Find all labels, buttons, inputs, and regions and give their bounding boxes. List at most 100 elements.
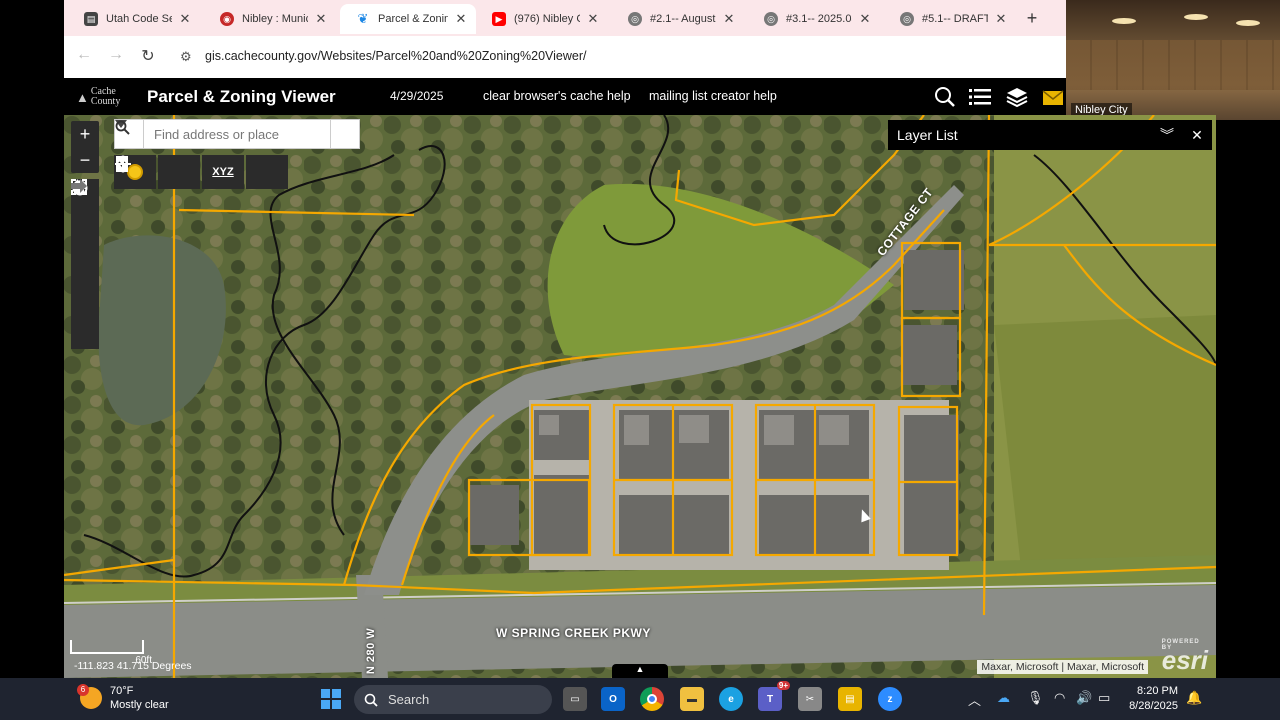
- ceiling-light: [1184, 14, 1208, 20]
- browser-tab-youtube[interactable]: ▶ (976) Nibley C ✕: [476, 4, 608, 34]
- teams-badge: 9+: [776, 681, 790, 690]
- ceiling-light: [1112, 18, 1136, 24]
- weather-badge: 6: [77, 684, 89, 696]
- back-icon[interactable]: ←: [74, 46, 94, 64]
- chrome-icon[interactable]: [640, 687, 664, 711]
- task-view-icon[interactable]: ▭: [563, 687, 587, 711]
- xyz-label: XYZ: [212, 166, 234, 178]
- ceiling-light: [1236, 20, 1260, 26]
- teams-icon[interactable]: T 9+: [758, 681, 790, 711]
- tab-title: #3.1-- 2025.03: [786, 13, 852, 25]
- previous-extent-icon[interactable]: [71, 179, 99, 315]
- browser-tab-draft[interactable]: ◎ #5.1-- DRAFT ✕: [884, 4, 1016, 34]
- reload-icon[interactable]: ↻: [138, 46, 158, 66]
- notification-bell-icon[interactable]: 🔔: [1186, 690, 1202, 706]
- coordinate-tool-button[interactable]: XYZ: [202, 155, 244, 189]
- expand-panel-toggle[interactable]: ▲: [612, 664, 668, 678]
- snipping-tool-icon[interactable]: ✂: [798, 687, 822, 711]
- app-title: Parcel & Zoning Viewer: [147, 87, 336, 106]
- close-icon[interactable]: ✕: [314, 11, 328, 27]
- weather-temp: 70°F: [110, 685, 134, 697]
- logo-line2: County: [90, 96, 121, 107]
- zoom-out-button[interactable]: −: [71, 147, 99, 173]
- clock-time: 8:20 PM: [1137, 685, 1178, 697]
- file-explorer-icon[interactable]: ▬: [680, 687, 704, 711]
- locate-icon[interactable]: [71, 180, 99, 247]
- layer-list-panel: Layer List ︾ ✕: [888, 120, 1212, 150]
- files-icon[interactable]: ▤: [838, 687, 862, 711]
- layers-icon[interactable]: [1004, 85, 1030, 109]
- video-background: [1066, 40, 1280, 90]
- battery-icon[interactable]: ▭: [1098, 690, 1110, 706]
- wifi-icon[interactable]: ◠: [1054, 690, 1065, 706]
- aerial-imagery: [64, 115, 1216, 678]
- tab-title: Nibley : Munic: [242, 13, 308, 25]
- clock-date: 8/28/2025: [1129, 700, 1178, 712]
- browser-tab-august[interactable]: ◎ #2.1-- August ✕: [612, 4, 744, 34]
- address-bar: ← → ↻ ⚙ gis.cachecounty.gov/Websites/Par…: [64, 36, 1066, 78]
- layer-list-title: Layer List: [897, 127, 958, 143]
- map-toolbar: XYZ: [114, 155, 288, 189]
- zoom-in-button[interactable]: +: [71, 121, 99, 147]
- tab-title: #2.1-- August: [650, 13, 716, 25]
- list-icon[interactable]: [967, 85, 993, 109]
- mailing-help-link[interactable]: mailing list creator help: [649, 89, 777, 103]
- esri-logo: POWERED BY esri: [1162, 639, 1208, 676]
- close-icon[interactable]: ✕: [858, 11, 872, 27]
- close-icon[interactable]: ✕: [722, 11, 736, 27]
- search-icon[interactable]: [932, 85, 958, 109]
- nav-controls: [71, 179, 99, 349]
- map-attribution: Maxar, Microsoft | Maxar, Microsoft: [977, 660, 1148, 674]
- tab-title: Utah Code Sec: [106, 13, 172, 25]
- globe-icon: ◎: [764, 12, 778, 26]
- collapse-icon[interactable]: ︾: [1152, 125, 1182, 145]
- pan-tool-icon[interactable]: [115, 155, 288, 189]
- coordinate-readout: -111.823 41.715 Degrees: [74, 660, 192, 672]
- browser-tab-utah-code[interactable]: ▤ Utah Code Sec ✕: [68, 4, 200, 34]
- next-extent-icon[interactable]: [71, 179, 99, 349]
- scale-bar: 60ft: [70, 640, 152, 666]
- system-clock[interactable]: 8:20 PM 8/28/2025: [1124, 684, 1178, 714]
- browser-tab-nibley-municode[interactable]: ◉ Nibley : Munic ✕: [204, 4, 336, 34]
- taskbar-search[interactable]: Search: [354, 685, 552, 714]
- globe-icon: ◎: [628, 12, 642, 26]
- search-widget: [114, 119, 360, 149]
- browser-tab-parcel-zoning[interactable]: ❦ Parcel & Zonin ✕: [340, 4, 476, 34]
- tab-title: (976) Nibley C: [514, 13, 580, 25]
- outlook-icon[interactable]: O: [601, 687, 625, 711]
- close-icon[interactable]: ✕: [586, 11, 600, 27]
- volume-icon[interactable]: 🔊: [1076, 690, 1092, 706]
- url-field[interactable]: gis.cachecounty.gov/Websites/Parcel%20an…: [205, 49, 586, 63]
- globe-icon: ◎: [900, 12, 914, 26]
- site-info-icon[interactable]: ⚙: [180, 49, 192, 65]
- chevron-up-icon[interactable]: ︿: [968, 690, 981, 709]
- zoom-icon[interactable]: z: [878, 687, 902, 711]
- search-input[interactable]: [144, 120, 330, 148]
- sun-icon: 6: [77, 684, 102, 709]
- tab-title: #5.1-- DRAFT: [922, 13, 988, 25]
- onedrive-icon[interactable]: ☁: [997, 690, 1010, 706]
- close-icon[interactable]: ✕: [454, 11, 468, 27]
- mail-icon[interactable]: [1040, 85, 1066, 109]
- mountain-icon: ▲: [76, 89, 89, 105]
- close-icon[interactable]: ✕: [1182, 127, 1212, 144]
- microphone-icon[interactable]: 🎙: [1027, 690, 1044, 706]
- map-view[interactable]: COTTAGE CT W SPRING CREEK PKWY N 280 W +…: [64, 115, 1216, 678]
- edge-icon[interactable]: e: [719, 687, 743, 711]
- new-tab-button[interactable]: +: [1022, 8, 1042, 29]
- weather-widget[interactable]: 6 70°F Mostly clear: [77, 684, 169, 712]
- close-icon[interactable]: ✕: [994, 11, 1008, 27]
- forward-icon[interactable]: →: [106, 46, 126, 64]
- search-submit-icon[interactable]: [115, 120, 359, 148]
- windows-start-icon[interactable]: [319, 687, 343, 711]
- app-header: ▲ Cache County Parcel & Zoning Viewer 4/2…: [64, 78, 1066, 115]
- app-date: 4/29/2025: [390, 89, 444, 103]
- taskbar: 6 70°F Mostly clear Search ▭ O ▬ e T 9+ ✂…: [0, 678, 1280, 720]
- close-icon[interactable]: ✕: [178, 11, 192, 27]
- cache-help-link[interactable]: clear browser's cache help: [483, 89, 631, 103]
- participant-video: Nibley City: [1066, 0, 1280, 120]
- street-label-spring-creek: W SPRING CREEK PKWY: [496, 626, 651, 640]
- print-export-icon[interactable]: [116, 155, 200, 189]
- fullscreen-icon[interactable]: [71, 179, 99, 281]
- browser-tab-2025-03[interactable]: ◎ #3.1-- 2025.03 ✕: [748, 4, 880, 34]
